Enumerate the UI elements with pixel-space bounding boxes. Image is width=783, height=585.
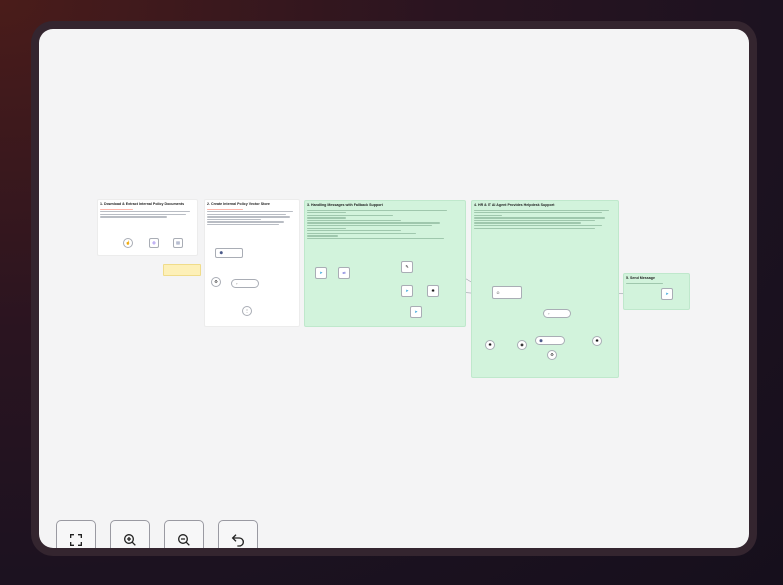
cube-icon: ⚙ — [214, 279, 218, 284]
text-line — [307, 232, 417, 234]
pencil-icon: ✎ — [405, 264, 409, 269]
reset-zoom-button[interactable] — [218, 520, 258, 548]
text-line — [474, 217, 605, 219]
text-line — [307, 212, 346, 214]
text-line — [100, 216, 167, 218]
text-line — [474, 227, 595, 229]
zoom-in-button[interactable] — [110, 520, 150, 548]
embeddings-2-node[interactable]: ⚙ — [547, 350, 557, 360]
text-line — [207, 211, 293, 213]
workflow-canvas[interactable]: 1. Download & Extract Internal Policy Do… — [39, 29, 749, 548]
text-line — [100, 211, 191, 213]
message-type-switch-node[interactable]: ⇄ — [338, 267, 350, 279]
text-line — [474, 219, 595, 222]
section-5-title: 5. Send Message — [626, 276, 655, 280]
elephant-icon: ◉ — [520, 342, 524, 347]
text-line — [207, 218, 261, 221]
openai-chat-model-2-node[interactable]: ✺ — [592, 336, 602, 346]
extract-text-node[interactable]: ▤ — [173, 238, 183, 248]
vector-store-tool-node[interactable]: ◦ — [543, 309, 571, 318]
openai-icon: ✺ — [488, 342, 492, 347]
transcribe-node[interactable]: ✺ — [427, 285, 439, 297]
text-line — [307, 219, 401, 222]
document-loader-node[interactable]: ◦ — [231, 279, 259, 288]
text-line — [307, 214, 393, 216]
section-4-title: 4. HR & IT AI Agent Provides Helpdesk Su… — [474, 203, 555, 207]
section-3-note[interactable]: 3. Handling Messages with Fallback Suppo… — [304, 200, 466, 327]
telegram-trigger-node[interactable]: ➤ — [315, 267, 327, 279]
unsupported-message-node[interactable]: ➤ — [410, 306, 422, 318]
text-line — [474, 212, 602, 214]
undo-icon — [231, 534, 244, 547]
database-icon: ⬢ — [539, 337, 543, 343]
text-message-node[interactable]: ✎ — [401, 261, 413, 273]
info-sticky-note[interactable] — [163, 264, 201, 276]
text-line — [474, 214, 503, 216]
section-5-note[interactable]: 5. Send Message — [623, 273, 690, 310]
zoom-in-icon — [124, 534, 136, 546]
text-line — [474, 225, 602, 227]
manual-trigger-node[interactable]: ☝ — [123, 238, 133, 248]
text-line — [207, 216, 290, 218]
ai-agent-node[interactable]: ☺ — [492, 286, 522, 299]
zoom-out-icon — [178, 534, 190, 546]
section-2-note[interactable]: 2. Create Internal Policy Vector Store — [204, 199, 300, 327]
text-line — [100, 213, 186, 215]
text-line — [307, 209, 448, 211]
database-icon: ⬢ — [219, 250, 223, 255]
vector-store-node[interactable]: ⬢ — [215, 248, 243, 258]
text-line — [207, 221, 284, 223]
split-icon: ⋮ — [245, 308, 249, 313]
text-line — [100, 208, 134, 210]
file-icon: ▤ — [176, 240, 180, 245]
text-line — [207, 213, 287, 215]
text-line — [307, 230, 401, 232]
zoom-out-button[interactable] — [164, 520, 204, 548]
openai-icon: ✺ — [431, 288, 435, 293]
text-line — [207, 224, 279, 226]
text-line — [307, 235, 339, 237]
text-line — [307, 227, 346, 229]
text-splitter-node[interactable]: ⋮ — [242, 306, 252, 316]
send-telegram-message-node[interactable]: ➤ — [661, 288, 673, 300]
section-2-title: 2. Create Internal Policy Vector Store — [207, 202, 270, 206]
doc-icon: ◦ — [235, 280, 238, 286]
text-line — [307, 237, 445, 240]
robot-icon: ☺ — [495, 289, 501, 295]
openai-icon: ✺ — [595, 338, 599, 343]
vector-store-retriever-node[interactable]: ⬢ — [535, 336, 565, 345]
openai-chat-model-node[interactable]: ✺ — [485, 340, 495, 350]
telegram-icon: ➤ — [319, 270, 323, 275]
text-line — [207, 208, 243, 210]
telegram-icon: ➤ — [414, 309, 418, 314]
voice-download-node[interactable]: ➤ — [401, 285, 413, 297]
pointer-icon: ☝ — [125, 240, 131, 245]
text-line — [626, 282, 663, 284]
text-line — [474, 209, 609, 211]
fit-view-button[interactable] — [56, 520, 96, 548]
text-line — [307, 217, 346, 219]
cube-icon: ⚙ — [550, 352, 554, 357]
text-line — [307, 225, 432, 227]
text-line — [474, 222, 581, 224]
telegram-icon: ➤ — [665, 291, 669, 296]
text-line — [307, 222, 440, 224]
telegram-icon: ➤ — [405, 288, 409, 293]
section-1-title: 1. Download & Extract Internal Policy Do… — [100, 202, 185, 206]
section-1-note[interactable]: 1. Download & Extract Internal Policy Do… — [97, 199, 198, 256]
tool-icon: ◦ — [547, 310, 550, 316]
globe-icon: ◍ — [152, 240, 156, 245]
embeddings-node[interactable]: ⚙ — [211, 277, 221, 287]
http-request-node[interactable]: ◍ — [149, 238, 159, 248]
section-3-title: 3. Handling Messages with Fallback Suppo… — [307, 203, 383, 207]
postgres-memory-node[interactable]: ◉ — [517, 340, 527, 350]
fit-view-icon — [70, 534, 82, 546]
switch-icon: ⇄ — [342, 270, 346, 275]
